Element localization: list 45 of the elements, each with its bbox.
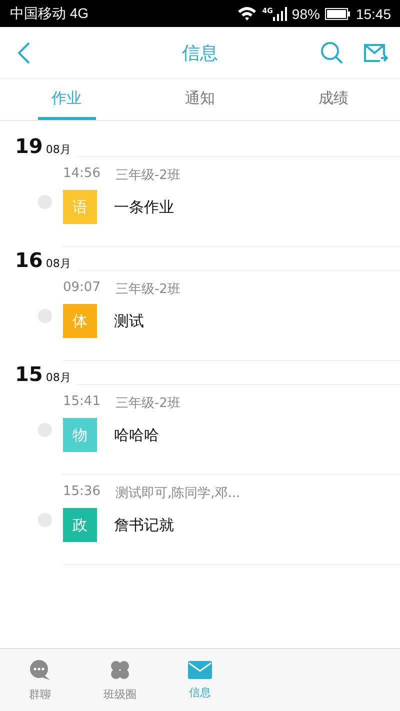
subject-badge: 物 bbox=[63, 418, 97, 452]
date-month: 08月 bbox=[46, 143, 71, 157]
chat-bubble-icon bbox=[28, 658, 52, 680]
nav-tab[interactable]: 信息 bbox=[160, 649, 240, 711]
battery-icon bbox=[324, 8, 351, 20]
homework-item[interactable]: 15:36 测试即可,陈同学,邓... 政 詹书记就 bbox=[0, 475, 400, 565]
homework-item[interactable]: 15:41 三年级-2班 物 哈哈哈 bbox=[0, 385, 400, 475]
subject-badge: 体 bbox=[63, 304, 97, 338]
subject-badge: 政 bbox=[63, 508, 97, 542]
item-time: 15:36 bbox=[63, 484, 100, 501]
homework-item[interactable]: 09:07 三年级-2班 体 测试 bbox=[0, 271, 400, 361]
search-icon[interactable] bbox=[320, 40, 344, 64]
tab[interactable]: 作业 bbox=[38, 79, 96, 120]
date-day: 15 bbox=[15, 363, 43, 385]
clock: 15:45 bbox=[356, 6, 391, 22]
tab[interactable]: 通知 bbox=[170, 79, 229, 120]
item-title: 哈哈哈 bbox=[114, 426, 159, 444]
item-title: 一条作业 bbox=[114, 198, 174, 216]
back-icon[interactable] bbox=[17, 42, 31, 64]
envelope-icon[interactable] bbox=[364, 42, 388, 64]
clover-icon bbox=[109, 658, 131, 680]
date-month: 08月 bbox=[46, 371, 71, 385]
item-recipients: 三年级-2班 bbox=[115, 281, 180, 298]
carrier-label: 中国移动 4G bbox=[10, 4, 89, 22]
date-day: 19 bbox=[15, 135, 43, 157]
tab[interactable]: 成绩 bbox=[304, 79, 362, 120]
battery-percent: 98% bbox=[292, 6, 320, 22]
item-recipients: 三年级-2班 bbox=[115, 395, 180, 412]
page-title: 信息 bbox=[182, 42, 218, 64]
wifi-icon bbox=[237, 6, 258, 21]
nav-tab[interactable]: 班级圈 bbox=[80, 649, 160, 711]
item-title: 测试 bbox=[114, 312, 144, 330]
item-recipients: 三年级-2班 bbox=[115, 167, 180, 184]
item-time: 15:41 bbox=[63, 394, 100, 411]
item-time: 09:07 bbox=[63, 280, 100, 297]
date-month: 08月 bbox=[46, 257, 71, 271]
signal-icon bbox=[272, 6, 287, 20]
subject-badge: 语 bbox=[63, 190, 97, 224]
nav-tab[interactable]: 群聊 bbox=[0, 649, 80, 711]
envelope-icon bbox=[188, 660, 212, 678]
item-title: 詹书记就 bbox=[114, 516, 174, 534]
date-day: 16 bbox=[15, 249, 43, 271]
item-time: 14:56 bbox=[63, 166, 100, 183]
homework-item[interactable]: 14:56 三年级-2班 语 一条作业 bbox=[0, 157, 400, 247]
item-recipients: 测试即可,陈同学,邓... bbox=[115, 485, 240, 502]
